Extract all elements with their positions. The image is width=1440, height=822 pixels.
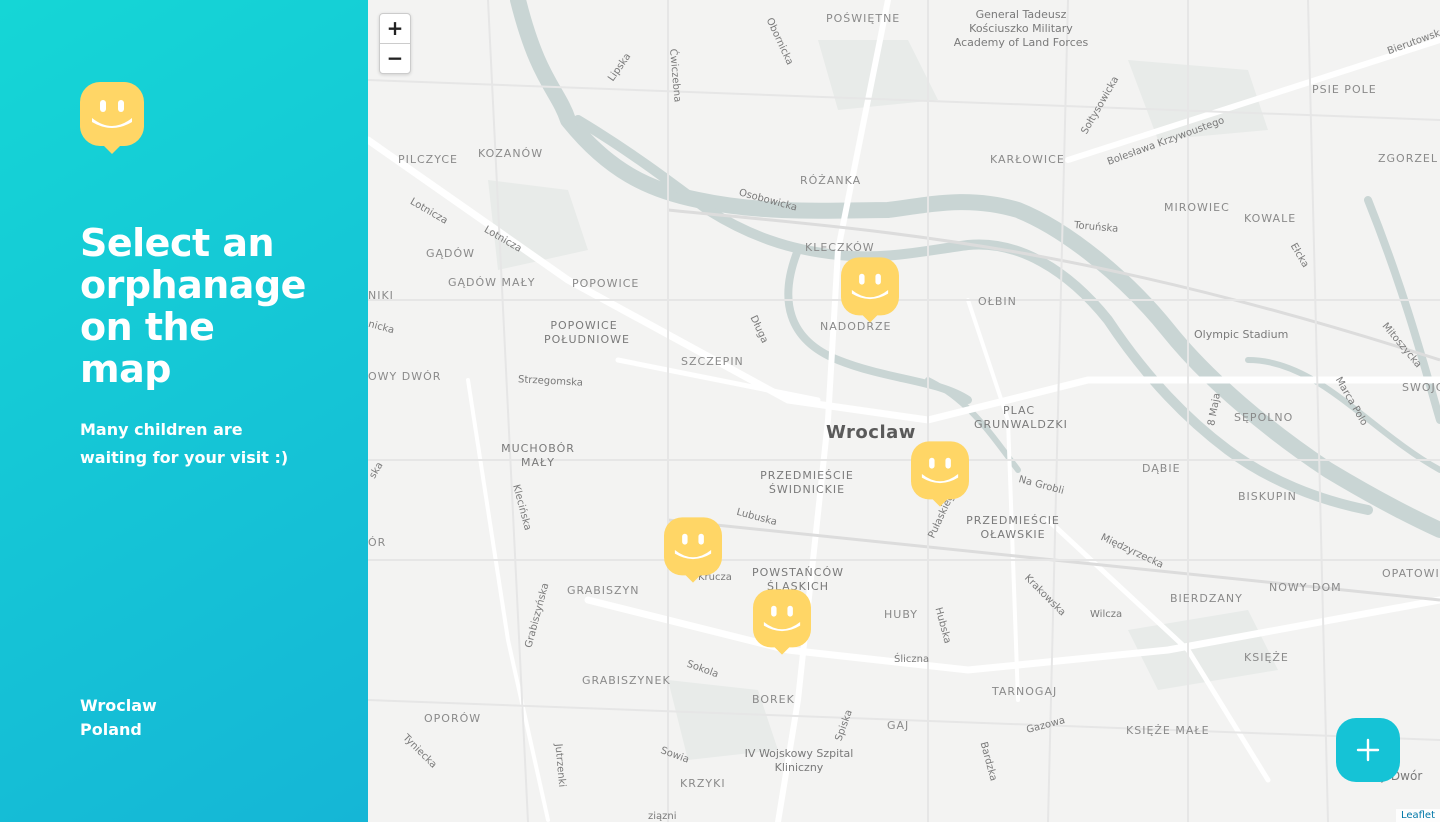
- happy-marker-logo-icon: [80, 82, 144, 154]
- map-label-hospital: IV Wojskowy Szpital Kliniczny: [744, 747, 854, 774]
- map-label: OPATOWI: [1382, 567, 1440, 580]
- add-orphanage-button[interactable]: [1336, 718, 1400, 782]
- location-state: Poland: [80, 720, 142, 739]
- page-title: Select an orphanage on the map: [80, 221, 306, 391]
- map-label: KOWALE: [1244, 212, 1297, 225]
- map-label: GĄDÓW: [426, 247, 476, 260]
- street-label: Wilcza: [1090, 609, 1123, 620]
- map-label: SZCZEPIN: [681, 355, 744, 368]
- map-label: ZGORZEL: [1378, 152, 1438, 165]
- map-label: KSIĘŻE MAŁE: [1126, 724, 1210, 737]
- zoom-out-button[interactable]: −: [380, 43, 410, 73]
- map-label: KRZYKI: [680, 777, 726, 790]
- map-label: OWY DWÓR: [368, 370, 442, 383]
- map-label: HUBY: [884, 608, 918, 621]
- map-label: DĄBIE: [1142, 462, 1181, 475]
- map-label: TARNOGAJ: [992, 685, 1058, 698]
- map-label: PSIE POLE: [1312, 83, 1377, 96]
- happy-face-marker-icon[interactable]: [911, 440, 969, 508]
- happy-face-marker-icon[interactable]: [841, 256, 899, 324]
- zoom-control: + −: [379, 13, 411, 74]
- map-label: KSIĘŻE: [1244, 651, 1289, 664]
- map-label: ÓR: [368, 536, 387, 549]
- map-label: NOWY DOM: [1269, 581, 1342, 594]
- map-label: KOZANÓW: [478, 147, 544, 160]
- map-attribution[interactable]: Leaflet: [1395, 809, 1440, 822]
- map-label: POŚWIĘTNE: [826, 12, 901, 25]
- happy-face-marker-icon[interactable]: [753, 588, 811, 656]
- map-label: SWOJCZ: [1402, 381, 1440, 394]
- map-label: OPORÓW: [424, 712, 482, 725]
- map-label-academy: General Tadeusz Kościuszko Military Acad…: [953, 8, 1089, 49]
- map-label: POPOWICE POŁUDNIOWE: [544, 319, 630, 346]
- map-label: NIKI: [368, 289, 394, 302]
- map-label: GĄDÓW MAŁY: [448, 276, 536, 289]
- map-label: MUCHOBÓR MAŁY: [501, 442, 575, 469]
- map-label: PRZEDMIEŚCIE OŁAWSKIE: [966, 514, 1060, 541]
- map-label: GRABISZYNEK: [582, 674, 671, 687]
- map-label: GAJ: [887, 719, 910, 732]
- plus-icon: [1356, 738, 1380, 762]
- map-label: GRABISZYN: [567, 584, 640, 597]
- happy-face-marker-icon[interactable]: [664, 516, 722, 584]
- zoom-in-button[interactable]: +: [380, 14, 410, 43]
- map-label: SĘPOLNO: [1234, 411, 1294, 424]
- page-subtitle: Many children are waiting for your visit…: [80, 420, 289, 467]
- map-label: BOREK: [752, 693, 795, 706]
- map-label-stadium: Olympic Stadium: [1194, 328, 1289, 341]
- map-label: BISKUPIN: [1238, 490, 1297, 503]
- map-label: PILCZYCE: [398, 153, 458, 166]
- map-label: RÓŻANKA: [800, 174, 862, 187]
- sidebar: Select an orphanage on the map Many chil…: [0, 0, 368, 822]
- map-label: OŁBIN: [978, 295, 1017, 308]
- map-label: PLAC GRUNWALDZKI: [974, 404, 1068, 431]
- map-label: MIROWIEC: [1164, 201, 1230, 214]
- map-label: KLECZKÓW: [805, 241, 875, 254]
- map-label: POPOWICE: [572, 277, 640, 290]
- location: Wroclaw Poland: [80, 694, 157, 742]
- map-label: PRZEDMIEŚCIE ŚWIDNICKIE: [760, 469, 854, 496]
- map-label-city: Wroclaw: [826, 422, 916, 443]
- location-city: Wroclaw: [80, 696, 157, 715]
- map[interactable]: POŚWIĘTNE General Tadeusz Kościuszko Mil…: [368, 0, 1440, 822]
- map-label: KARŁOWICE: [990, 153, 1065, 166]
- map-label: BIERDZANY: [1170, 592, 1243, 605]
- street-label: ziązni: [648, 811, 677, 822]
- street-label: Śliczna: [894, 654, 930, 665]
